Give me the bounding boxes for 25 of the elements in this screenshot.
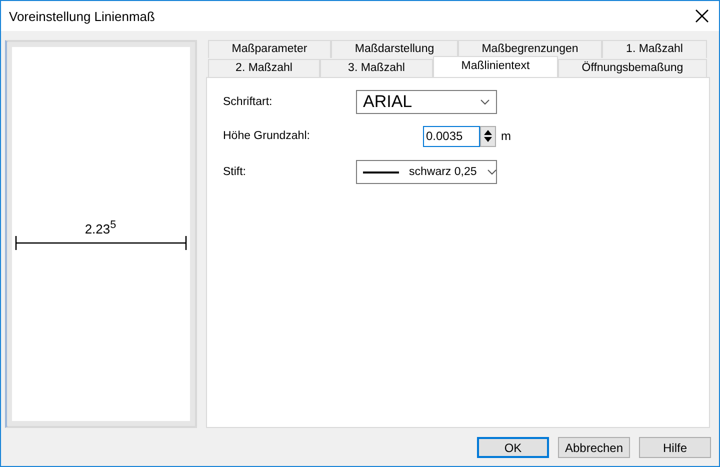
tab[interactable]: 1. Maßzahl (602, 40, 707, 58)
dimension-value: 2.23$^{5}$ (84, 218, 116, 236)
tab[interactable]: Öffnungsbemaßung (558, 59, 707, 77)
line-sample-icon (363, 170, 399, 174)
tab[interactable]: Maßdarstellung (331, 40, 458, 58)
tab[interactable]: 2. Maßzahl (208, 59, 320, 77)
tab[interactable]: Maßlinientext (433, 56, 558, 77)
tab[interactable]: Maßbegrenzungen (458, 40, 602, 58)
chevron-down-icon (480, 99, 490, 105)
pen-dropdown[interactable]: schwarz 0,25 (356, 160, 497, 184)
field-label: Stift: (223, 166, 248, 178)
font-dropdown[interactable]: ARIAL (356, 90, 497, 114)
dialog-button[interactable]: OK (477, 437, 549, 458)
chevron-down-icon (486, 169, 497, 175)
tab[interactable]: Maßparameter (208, 40, 331, 58)
window-title: Voreinstellung Linienmaß (9, 8, 155, 24)
close-icon[interactable] (695, 9, 709, 23)
unit-label: m (501, 129, 511, 143)
field-label: Höhe Grundzahl: (223, 130, 311, 142)
field-label: Schriftart: (223, 96, 274, 108)
height-input[interactable]: 0.0035 (423, 126, 480, 146)
dialog-button[interactable]: Hilfe (639, 437, 711, 458)
tab[interactable]: 3. Maßzahl (320, 59, 433, 77)
spin-buttons[interactable] (480, 126, 496, 146)
dialog-button[interactable]: Abbrechen (558, 437, 630, 458)
